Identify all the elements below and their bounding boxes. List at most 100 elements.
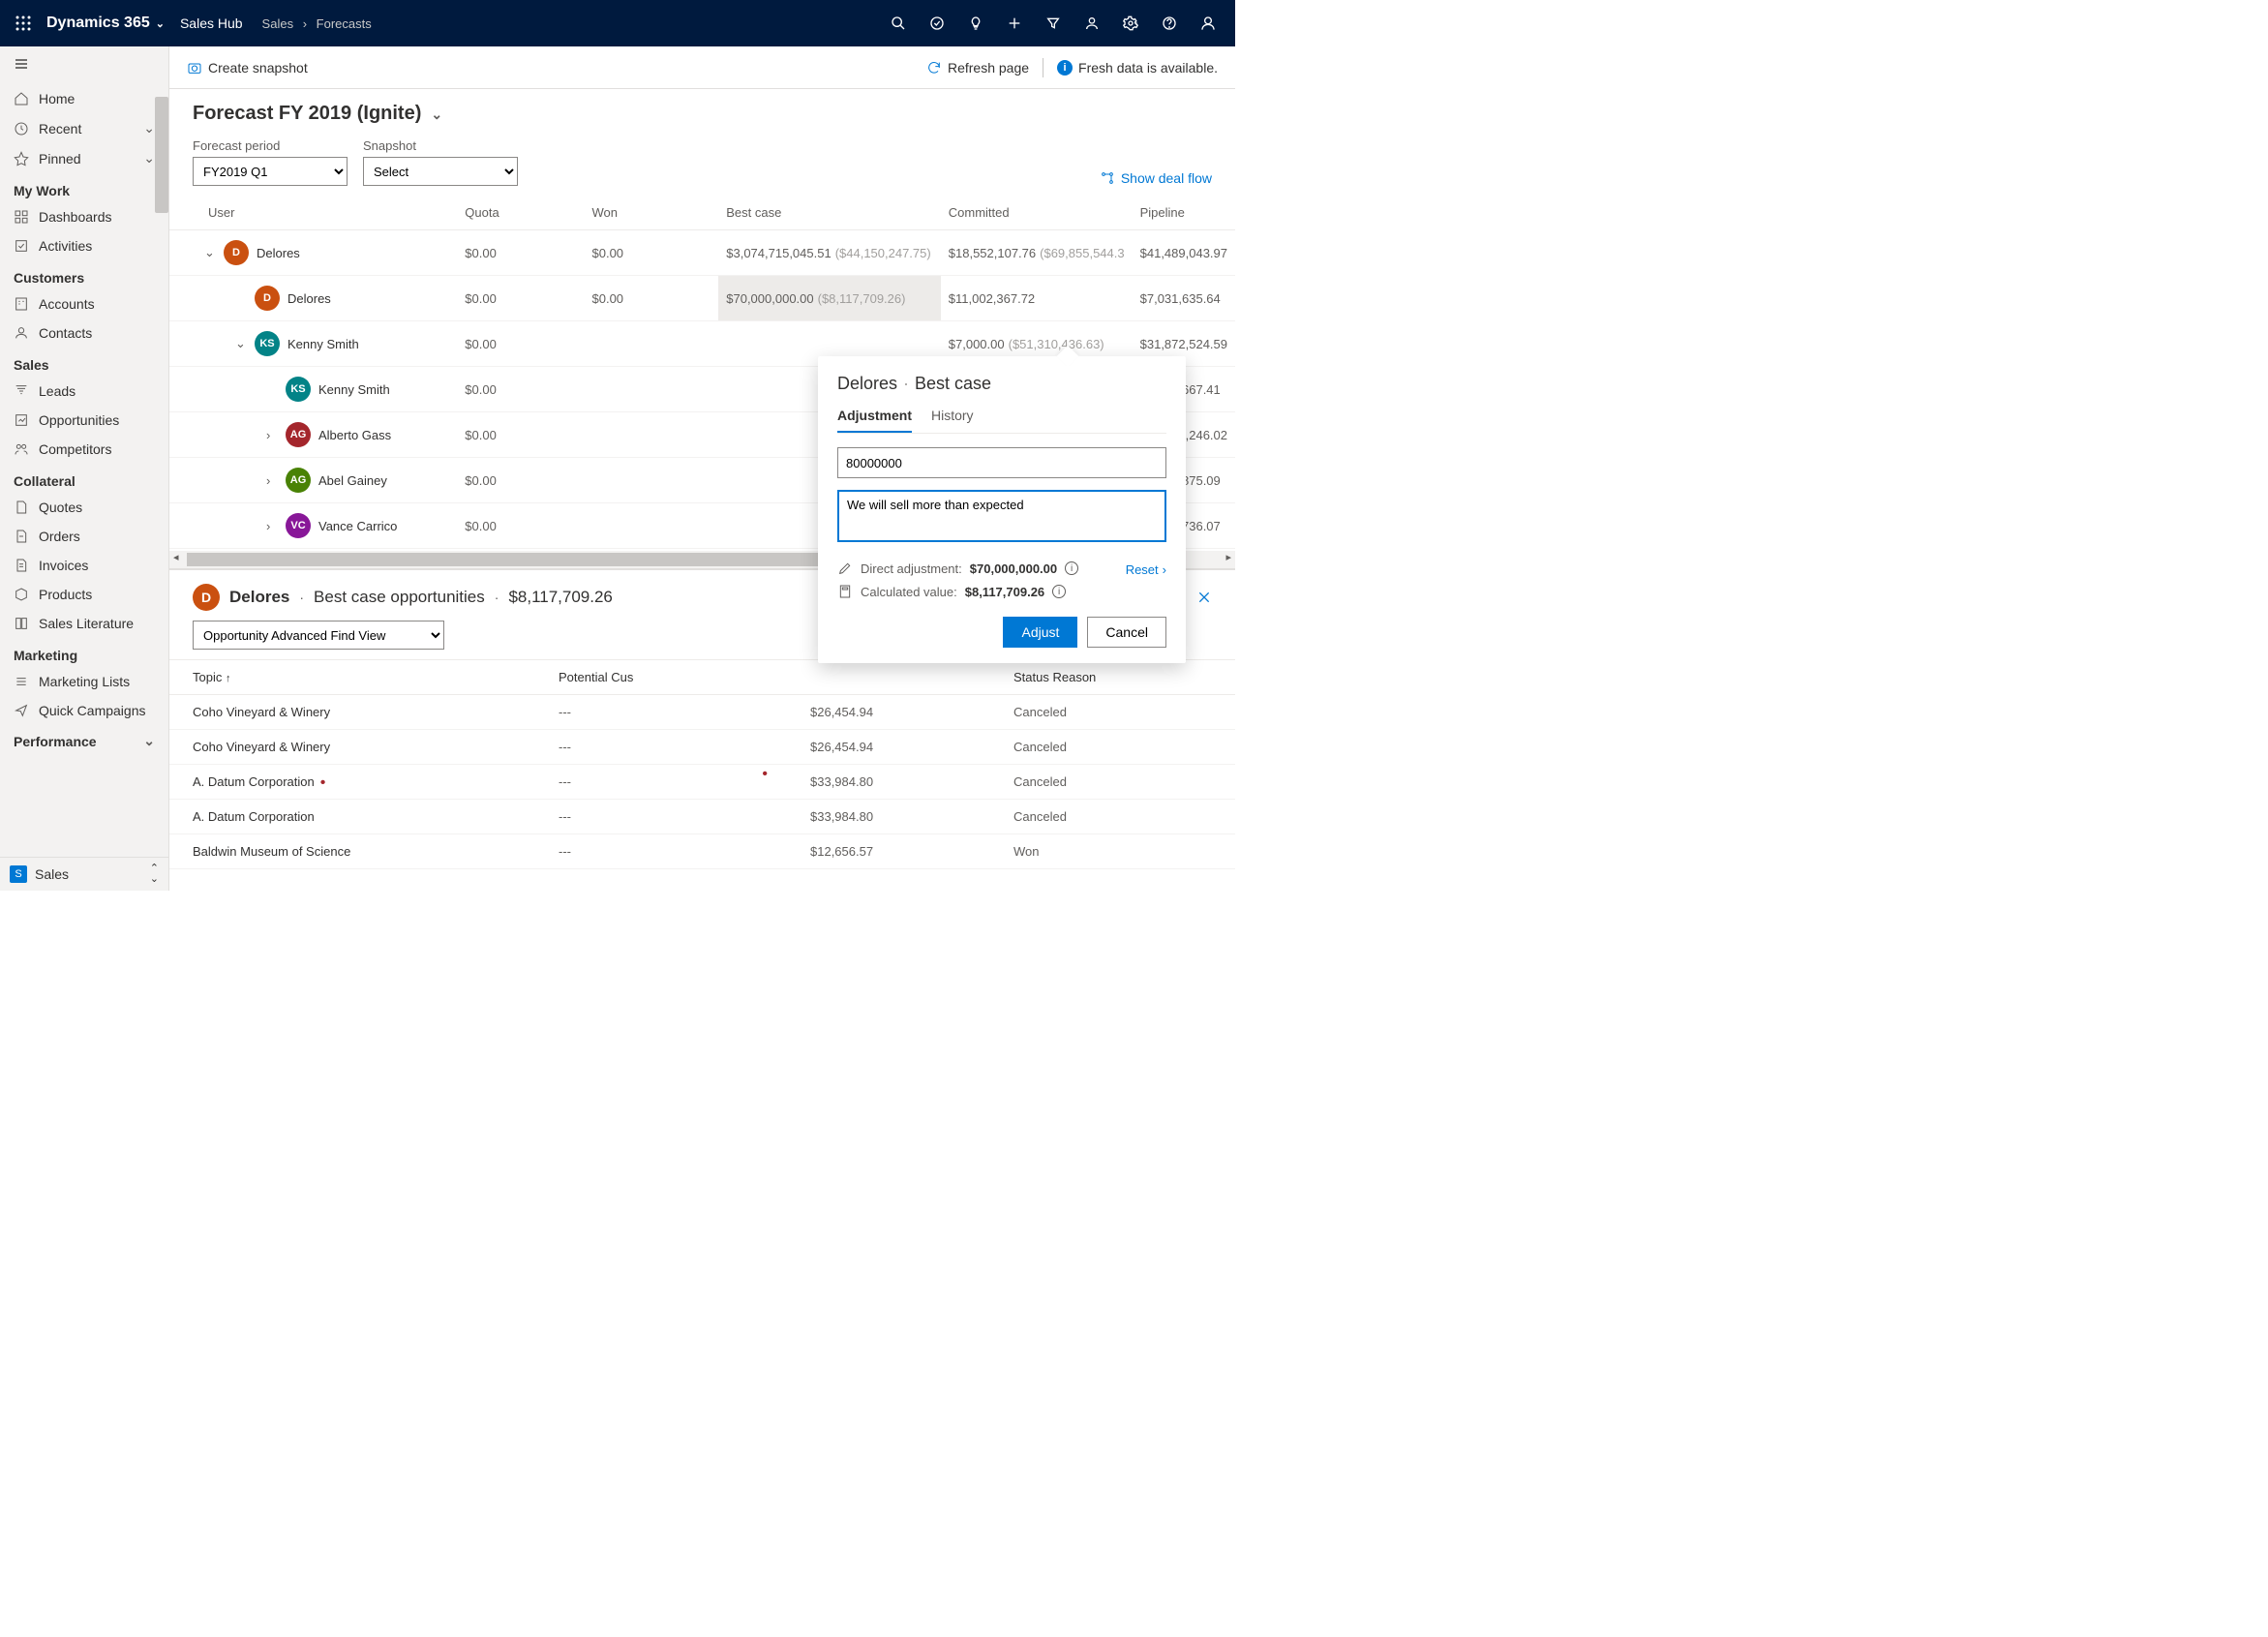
cell-won[interactable]: $0.00: [585, 276, 719, 321]
cell-pipeline[interactable]: $7,031,635.64: [1133, 276, 1235, 321]
lightbulb-icon[interactable]: [956, 0, 995, 46]
expand-chevron-icon[interactable]: ⌄: [204, 245, 216, 260]
cell-revenue[interactable]: $26,454.94: [799, 695, 1002, 730]
cell-quota[interactable]: $0.00: [457, 458, 584, 503]
create-snapshot-button[interactable]: Create snapshot: [187, 60, 308, 76]
filter-icon[interactable]: [1034, 0, 1073, 46]
app-name[interactable]: Sales Hub: [180, 15, 243, 31]
cell-revenue[interactable]: $33,984.80: [799, 765, 1002, 800]
breadcrumb-sales[interactable]: Sales: [262, 16, 294, 31]
cell-revenue[interactable]: $12,656.57: [799, 834, 1002, 869]
nav-invoices[interactable]: Invoices: [0, 551, 168, 580]
nav-performance[interactable]: Performance: [0, 725, 168, 757]
reset-button[interactable]: Reset ›: [1126, 562, 1166, 577]
cell-won[interactable]: $0.00: [585, 230, 719, 276]
col-user[interactable]: User: [169, 196, 457, 230]
table-row[interactable]: Baldwin Museum of Science --- $12,656.57…: [169, 834, 1235, 869]
nav-home[interactable]: Home: [0, 84, 168, 113]
nav-dashboards[interactable]: Dashboards: [0, 202, 168, 231]
nav-quick-campaigns[interactable]: Quick Campaigns: [0, 696, 168, 725]
nav-accounts[interactable]: Accounts: [0, 289, 168, 318]
cell-topic[interactable]: Baldwin Museum of Science: [169, 834, 547, 869]
opp-col-status[interactable]: Status Reason: [1002, 660, 1235, 695]
nav-products[interactable]: Products: [0, 580, 168, 609]
expand-chevron-icon[interactable]: ›: [266, 473, 278, 488]
cell-won[interactable]: [585, 503, 719, 549]
cell-status[interactable]: Canceled: [1002, 800, 1235, 834]
tab-history[interactable]: History: [931, 408, 974, 433]
adjustment-value-input[interactable]: [837, 447, 1166, 478]
table-row[interactable]: Coho Vineyard & Winery --- $26,454.94 Ca…: [169, 730, 1235, 765]
page-title[interactable]: Forecast FY 2019 (Ignite): [193, 103, 1212, 125]
cell-won[interactable]: [585, 412, 719, 458]
col-won[interactable]: Won: [585, 196, 719, 230]
settings-icon[interactable]: [1111, 0, 1150, 46]
nav-orders[interactable]: Orders: [0, 522, 168, 551]
cell-topic[interactable]: A. Datum Corporation•: [169, 765, 547, 800]
opp-col-customer[interactable]: Potential Cus: [547, 660, 799, 695]
cell-customer[interactable]: ---•: [547, 765, 799, 800]
col-quota[interactable]: Quota: [457, 196, 584, 230]
hamburger-icon[interactable]: [0, 46, 168, 84]
view-select[interactable]: Opportunity Advanced Find View: [193, 621, 444, 650]
refresh-button[interactable]: Refresh page: [926, 60, 1029, 76]
nav-competitors[interactable]: Competitors: [0, 435, 168, 464]
cell-committed[interactable]: $18,552,107.76($69,855,544.3: [941, 230, 1133, 276]
cell-quota[interactable]: $0.00: [457, 276, 584, 321]
sidebar-scrollbar[interactable]: [155, 97, 168, 213]
cell-status[interactable]: Canceled: [1002, 730, 1235, 765]
table-row[interactable]: ⌄ D Delores $0.00 $0.00 $3,074,715,045.5…: [169, 230, 1235, 276]
tab-adjustment[interactable]: Adjustment: [837, 408, 912, 433]
cell-committed[interactable]: $11,002,367.72: [941, 276, 1133, 321]
nav-quotes[interactable]: Quotes: [0, 493, 168, 522]
cell-customer[interactable]: ---: [547, 800, 799, 834]
snapshot-select[interactable]: Select: [363, 157, 518, 186]
adjust-button[interactable]: Adjust: [1003, 617, 1077, 648]
close-detail-button[interactable]: [1196, 590, 1212, 605]
info-icon[interactable]: i: [1065, 561, 1078, 575]
area-switcher[interactable]: S Sales ⌃⌄: [0, 857, 168, 891]
nav-contacts[interactable]: Contacts: [0, 318, 168, 348]
cell-customer[interactable]: ---: [547, 695, 799, 730]
adjustment-note-input[interactable]: [837, 490, 1166, 542]
cell-quota[interactable]: $0.00: [457, 321, 584, 367]
cell-status[interactable]: Canceled: [1002, 695, 1235, 730]
task-icon[interactable]: [918, 0, 956, 46]
cell-topic[interactable]: Coho Vineyard & Winery: [169, 695, 547, 730]
cell-won[interactable]: [585, 458, 719, 503]
cancel-button[interactable]: Cancel: [1087, 617, 1166, 648]
cell-quota[interactable]: $0.00: [457, 230, 584, 276]
search-icon[interactable]: [879, 0, 918, 46]
expand-chevron-icon[interactable]: ⌄: [235, 336, 247, 351]
table-row[interactable]: Coho Vineyard & Winery --- $26,454.94 Ca…: [169, 695, 1235, 730]
cell-revenue[interactable]: $33,984.80: [799, 800, 1002, 834]
opp-col-revenue[interactable]: [799, 660, 1002, 695]
cell-pipeline[interactable]: $41,489,043.97: [1133, 230, 1235, 276]
assistant-icon[interactable]: [1073, 0, 1111, 46]
table-row[interactable]: A. Datum Corporation --- $33,984.80 Canc…: [169, 800, 1235, 834]
cell-status[interactable]: Canceled: [1002, 765, 1235, 800]
cell-revenue[interactable]: $26,454.94: [799, 730, 1002, 765]
nav-marketing-lists[interactable]: Marketing Lists: [0, 667, 168, 696]
nav-opportunities[interactable]: Opportunities: [0, 406, 168, 435]
col-committed[interactable]: Committed: [941, 196, 1133, 230]
cell-quota[interactable]: $0.00: [457, 412, 584, 458]
account-icon[interactable]: [1189, 0, 1227, 46]
table-row[interactable]: A. Datum Corporation• ---• $33,984.80 Ca…: [169, 765, 1235, 800]
nav-recent[interactable]: Recent: [0, 113, 168, 143]
opp-col-topic[interactable]: Topic ↑: [169, 660, 547, 695]
brand-title[interactable]: Dynamics 365 ⌄: [46, 15, 165, 32]
col-pipeline[interactable]: Pipeline: [1133, 196, 1235, 230]
cell-status[interactable]: Won: [1002, 834, 1235, 869]
cell-quota[interactable]: $0.00: [457, 367, 584, 412]
help-icon[interactable]: [1150, 0, 1189, 46]
nav-leads[interactable]: Leads: [0, 377, 168, 406]
col-best[interactable]: Best case: [718, 196, 941, 230]
show-deal-flow-button[interactable]: Show deal flow: [1100, 170, 1212, 186]
cell-topic[interactable]: A. Datum Corporation: [169, 800, 547, 834]
cell-customer[interactable]: ---: [547, 730, 799, 765]
cell-topic[interactable]: Coho Vineyard & Winery: [169, 730, 547, 765]
cell-customer[interactable]: ---: [547, 834, 799, 869]
period-select[interactable]: FY2019 Q1: [193, 157, 348, 186]
nav-pinned[interactable]: Pinned: [0, 143, 168, 173]
